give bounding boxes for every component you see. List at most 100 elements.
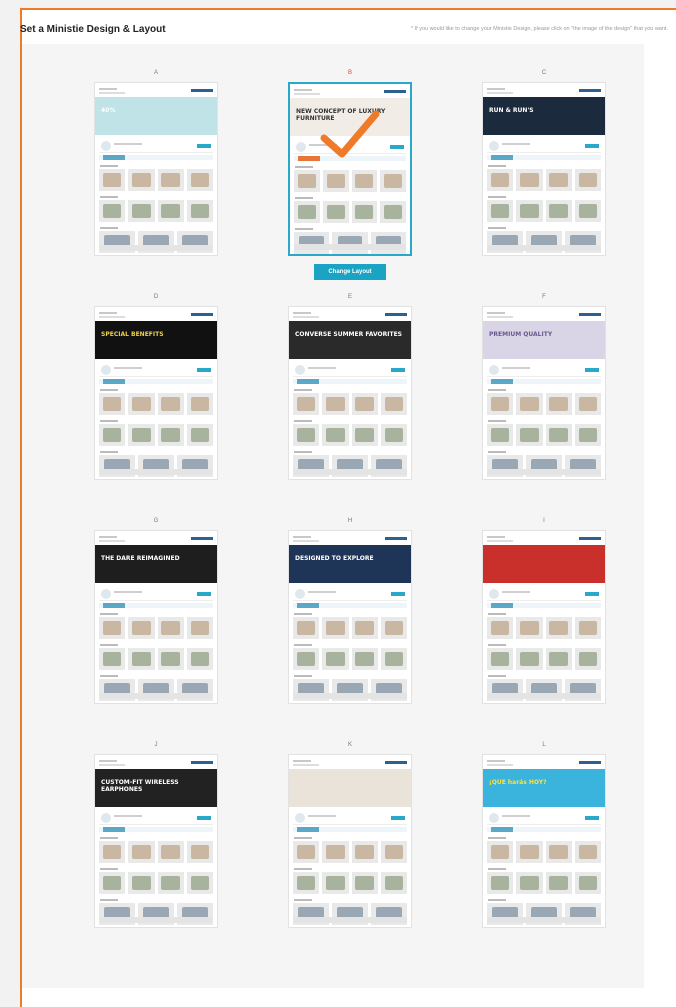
mini-section-label <box>294 899 312 901</box>
layout-letter: A <box>153 70 158 76</box>
layout-thumbnail[interactable]: CONVERSE SUMMER FAVORITES <box>288 306 412 480</box>
mini-product-row <box>293 872 407 894</box>
mini-section-label <box>488 837 506 839</box>
mini-product-row <box>293 424 407 446</box>
mini-product-row <box>487 200 601 222</box>
mini-tabs <box>294 156 406 161</box>
mini-shop-profile <box>99 587 213 601</box>
mini-section-label <box>100 227 118 229</box>
layout-thumbnail[interactable]: RUN & RUN'S <box>482 82 606 256</box>
mini-product-row <box>487 393 601 415</box>
mini-hero-banner: RUN & RUN'S <box>483 97 605 135</box>
layout-option-l[interactable]: L ¡QUE harás HOY? <box>482 742 606 956</box>
layout-thumbnail[interactable]: CUSTOM-FIT WIRELESS EARPHONES <box>94 754 218 928</box>
mini-product-row <box>293 617 407 639</box>
layout-thumbnail[interactable]: DESIGNED TO EXPLORE <box>288 530 412 704</box>
layout-option-k[interactable]: K <box>288 742 412 956</box>
mini-topbar <box>99 87 213 96</box>
layout-option-g[interactable]: G THE DARE REIMAGINED <box>94 518 218 732</box>
layout-option-a[interactable]: A 40% <box>94 70 218 284</box>
mini-shop-profile <box>99 139 213 153</box>
mini-hero-text: RUN & RUN'S <box>489 107 534 114</box>
mini-section-label <box>100 196 118 198</box>
layout-thumbnail[interactable]: SPECIAL BENEFITS <box>94 306 218 480</box>
mini-hero-text: NEW CONCEPT OF LUXURY FURNITURE <box>296 108 386 122</box>
layout-letter: G <box>153 518 159 524</box>
mini-footer <box>487 693 601 699</box>
mini-section-label <box>100 420 118 422</box>
mini-hero-text: CUSTOM-FIT WIRELESS EARPHONES <box>101 779 179 793</box>
mini-footer <box>293 693 407 699</box>
mini-shop-profile <box>487 139 601 153</box>
layout-thumbnail[interactable] <box>482 530 606 704</box>
mini-topbar <box>99 759 213 768</box>
mini-section-label <box>488 165 506 167</box>
mini-section-label <box>100 675 118 677</box>
mini-hero-banner: 40% <box>95 97 217 135</box>
layout-thumbnail[interactable]: NEW CONCEPT OF LUXURY FURNITURE <box>288 82 412 256</box>
mini-footer <box>99 693 213 699</box>
layout-letter: D <box>153 294 159 300</box>
layout-option-e[interactable]: E CONVERSE SUMMER FAVORITES <box>288 294 412 508</box>
layout-option-c[interactable]: C RUN & RUN'S <box>482 70 606 284</box>
mini-tabs <box>99 827 213 832</box>
mini-footer <box>487 469 601 475</box>
layout-thumbnail[interactable]: ¡QUE harás HOY? <box>482 754 606 928</box>
mini-product-row <box>294 232 406 254</box>
layout-option-h[interactable]: H DESIGNED TO EXPLORE <box>288 518 412 732</box>
mini-section-label <box>294 420 312 422</box>
layout-thumbnail[interactable]: PREMIUM QUALITY <box>482 306 606 480</box>
layout-letter: E <box>347 294 352 300</box>
mini-topbar <box>487 87 601 96</box>
mini-product-row <box>487 424 601 446</box>
mini-product-row <box>487 872 601 894</box>
layout-option-j[interactable]: J CUSTOM-FIT WIRELESS EARPHONES <box>94 742 218 956</box>
mini-product-row <box>294 201 406 223</box>
mini-footer <box>487 917 601 923</box>
mini-topbar <box>99 535 213 544</box>
layout-option-b[interactable]: B NEW CONCEPT OF LUXURY FURNITURE Change L… <box>288 70 412 284</box>
layout-thumbnail[interactable]: THE DARE REIMAGINED <box>94 530 218 704</box>
layout-option-d[interactable]: D SPECIAL BENEFITS <box>94 294 218 508</box>
mini-section-label <box>100 868 118 870</box>
change-layout-button[interactable]: Change Layout <box>314 264 386 280</box>
mini-footer <box>293 917 407 923</box>
mini-tabs <box>99 155 213 160</box>
mini-hero-text: CONVERSE SUMMER FAVORITES <box>295 331 402 338</box>
mini-footer <box>293 469 407 475</box>
mini-section-label <box>295 228 313 230</box>
mini-product-row <box>293 393 407 415</box>
mini-footer <box>294 244 406 250</box>
layout-letter: F <box>542 294 546 300</box>
mini-hero-banner <box>483 545 605 583</box>
mini-shop-profile <box>487 363 601 377</box>
layout-letter: K <box>347 742 352 748</box>
layout-option-i[interactable]: I <box>482 518 606 732</box>
mini-footer <box>99 245 213 251</box>
mini-hero-banner: SPECIAL BENEFITS <box>95 321 217 359</box>
mini-section-label <box>100 451 118 453</box>
layout-option-f[interactable]: F PREMIUM QUALITY <box>482 294 606 508</box>
mini-topbar <box>487 311 601 320</box>
mini-shop-profile <box>293 811 407 825</box>
mini-hero-banner: CUSTOM-FIT WIRELESS EARPHONES <box>95 769 217 807</box>
mini-section-label <box>100 165 118 167</box>
mini-hero-banner: ¡QUE harás HOY? <box>483 769 605 807</box>
mini-product-row <box>99 648 213 670</box>
mini-hero-text: 40% <box>101 107 116 114</box>
mini-topbar <box>293 759 407 768</box>
mini-product-row <box>99 872 213 894</box>
mini-product-row <box>293 648 407 670</box>
mini-section-label <box>294 644 312 646</box>
mini-topbar <box>487 535 601 544</box>
mini-topbar <box>99 311 213 320</box>
mini-shop-profile <box>487 587 601 601</box>
mini-product-row <box>487 841 601 863</box>
mini-hero-text: DESIGNED TO EXPLORE <box>295 555 374 562</box>
layout-thumbnail[interactable]: 40% <box>94 82 218 256</box>
mini-hero-banner: PREMIUM QUALITY <box>483 321 605 359</box>
mini-shop-profile <box>99 811 213 825</box>
layout-letter: B <box>347 70 352 76</box>
mini-section-label <box>488 196 506 198</box>
layout-thumbnail[interactable] <box>288 754 412 928</box>
